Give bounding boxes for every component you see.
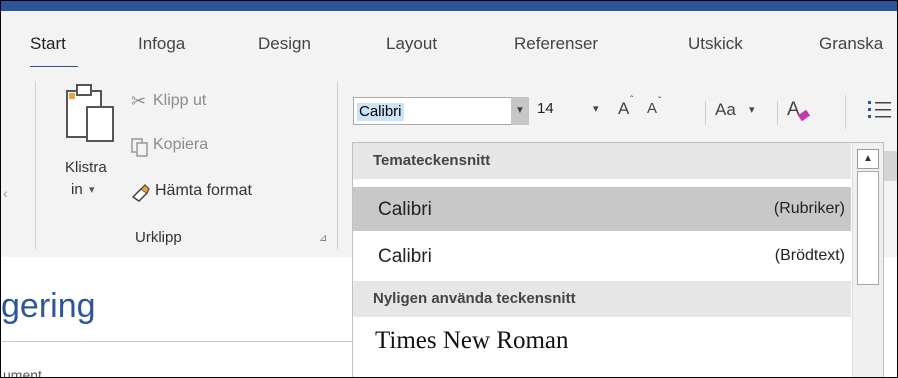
clear-formatting-icon: A [787, 99, 800, 120]
shrink-font-icon: A [647, 100, 658, 117]
copy-label: Kopiera [153, 136, 209, 153]
chevron-up-icon: ▲ [863, 153, 873, 164]
font-option-tag: (Rubriker) [773, 200, 845, 217]
change-case-dropdown-icon: ▾ [749, 104, 755, 116]
font-option-tag: (Brödtext) [774, 247, 845, 264]
paste-dropdown-icon: ▾ [89, 184, 95, 196]
title-bar [1, 1, 897, 11]
word-window: Start Infoga Design Layout Referenser Ut… [0, 0, 898, 378]
tab-granska[interactable]: Granska [819, 34, 883, 54]
bullet-list-icon [868, 101, 891, 118]
tab-referenser[interactable]: Referenser [514, 34, 598, 54]
paste-button[interactable]: Klistra in ▾ [57, 77, 129, 198]
cut-label: Klipp ut [153, 92, 207, 109]
ribbon-tabs: Start Infoga Design Layout Referenser Ut… [1, 11, 897, 69]
font-option-calibri-headings[interactable]: Calibri (Rubriker) [353, 187, 851, 231]
paste-icon [66, 84, 114, 142]
toolbar-separator [705, 101, 706, 125]
recent-fonts-header: Nyligen använda teckensnitt [353, 281, 851, 317]
ribbon-overflow-strip [883, 151, 897, 181]
font-size-value: 14 [537, 100, 554, 117]
tab-utskick[interactable]: Utskick [688, 34, 743, 54]
grow-caret: ˆ [630, 95, 634, 106]
format-painter-button[interactable]: Hämta format [131, 181, 321, 207]
bullets-button[interactable] [867, 99, 893, 125]
tab-infoga[interactable]: Infoga [138, 34, 185, 54]
group-separator [35, 81, 36, 249]
cut-button[interactable]: ✂ Klipp ut [131, 91, 281, 117]
tab-layout[interactable]: Layout [386, 34, 437, 54]
shrink-caret: ˇ [658, 96, 662, 107]
font-size-dropdown-icon: ▾ [593, 103, 599, 115]
theme-fonts-header: Temateckensnitt [353, 143, 851, 179]
tab-start[interactable]: Start [30, 34, 66, 54]
document-heading: gering [1, 287, 96, 325]
font-name-dropdown-button[interactable]: ▼ [511, 97, 529, 125]
toolbar-separator [845, 95, 846, 129]
paste-label-2: in [71, 181, 83, 198]
clipboard-group-label: Urklipp [135, 229, 182, 246]
grow-font-icon: A [618, 99, 630, 118]
theme-fonts-header-label: Temateckensnitt [373, 152, 491, 169]
format-painter-icon [131, 184, 150, 202]
copy-icon [131, 138, 148, 157]
font-option-name: Calibri [378, 246, 432, 267]
dropdown-scrollbar[interactable]: ▲ [852, 143, 883, 377]
clipboard-launcher-icon[interactable]: ⊿ [319, 233, 327, 244]
font-option-partial [375, 371, 495, 377]
font-option-name: Calibri [378, 199, 432, 220]
font-dropdown-list[interactable]: Temateckensnitt Calibri (Rubriker) Calib… [352, 142, 884, 377]
grow-font-button[interactable]: A ˆ [615, 95, 641, 125]
change-case-button[interactable]: Aa ▾ [713, 97, 771, 125]
change-case-icon: Aa [715, 100, 736, 119]
font-option-name: Times New Roman [375, 327, 569, 354]
heading-rule [1, 341, 353, 342]
document-subtext: ument [3, 367, 42, 378]
shrink-font-button[interactable]: A ˇ [645, 96, 671, 125]
format-painter-label: Hämta format [155, 182, 252, 199]
font-option-calibri-body[interactable]: Calibri (Brödtext) [353, 234, 851, 278]
paste-label: Klistra [65, 159, 107, 176]
collapsed-group-marker: ‹ [3, 185, 8, 201]
scroll-thumb[interactable] [857, 171, 879, 285]
chevron-down-icon: ▼ [515, 105, 525, 116]
copy-button[interactable]: Kopiera [131, 135, 281, 161]
recent-fonts-header-label: Nyligen använda teckensnitt [373, 290, 576, 307]
toolbar-separator [777, 101, 778, 125]
font-name-input[interactable]: Calibri [353, 97, 529, 125]
scroll-up-button[interactable]: ▲ [857, 149, 879, 169]
scissors-icon: ✂ [131, 91, 147, 111]
clear-formatting-button[interactable]: A [785, 97, 817, 125]
group-separator [337, 81, 338, 249]
font-option-times-new-roman[interactable]: Times New Roman [353, 321, 851, 365]
font-name-value: Calibri [357, 103, 404, 121]
font-size-input[interactable]: 14 ▾ [531, 97, 611, 125]
tab-design[interactable]: Design [258, 34, 311, 54]
